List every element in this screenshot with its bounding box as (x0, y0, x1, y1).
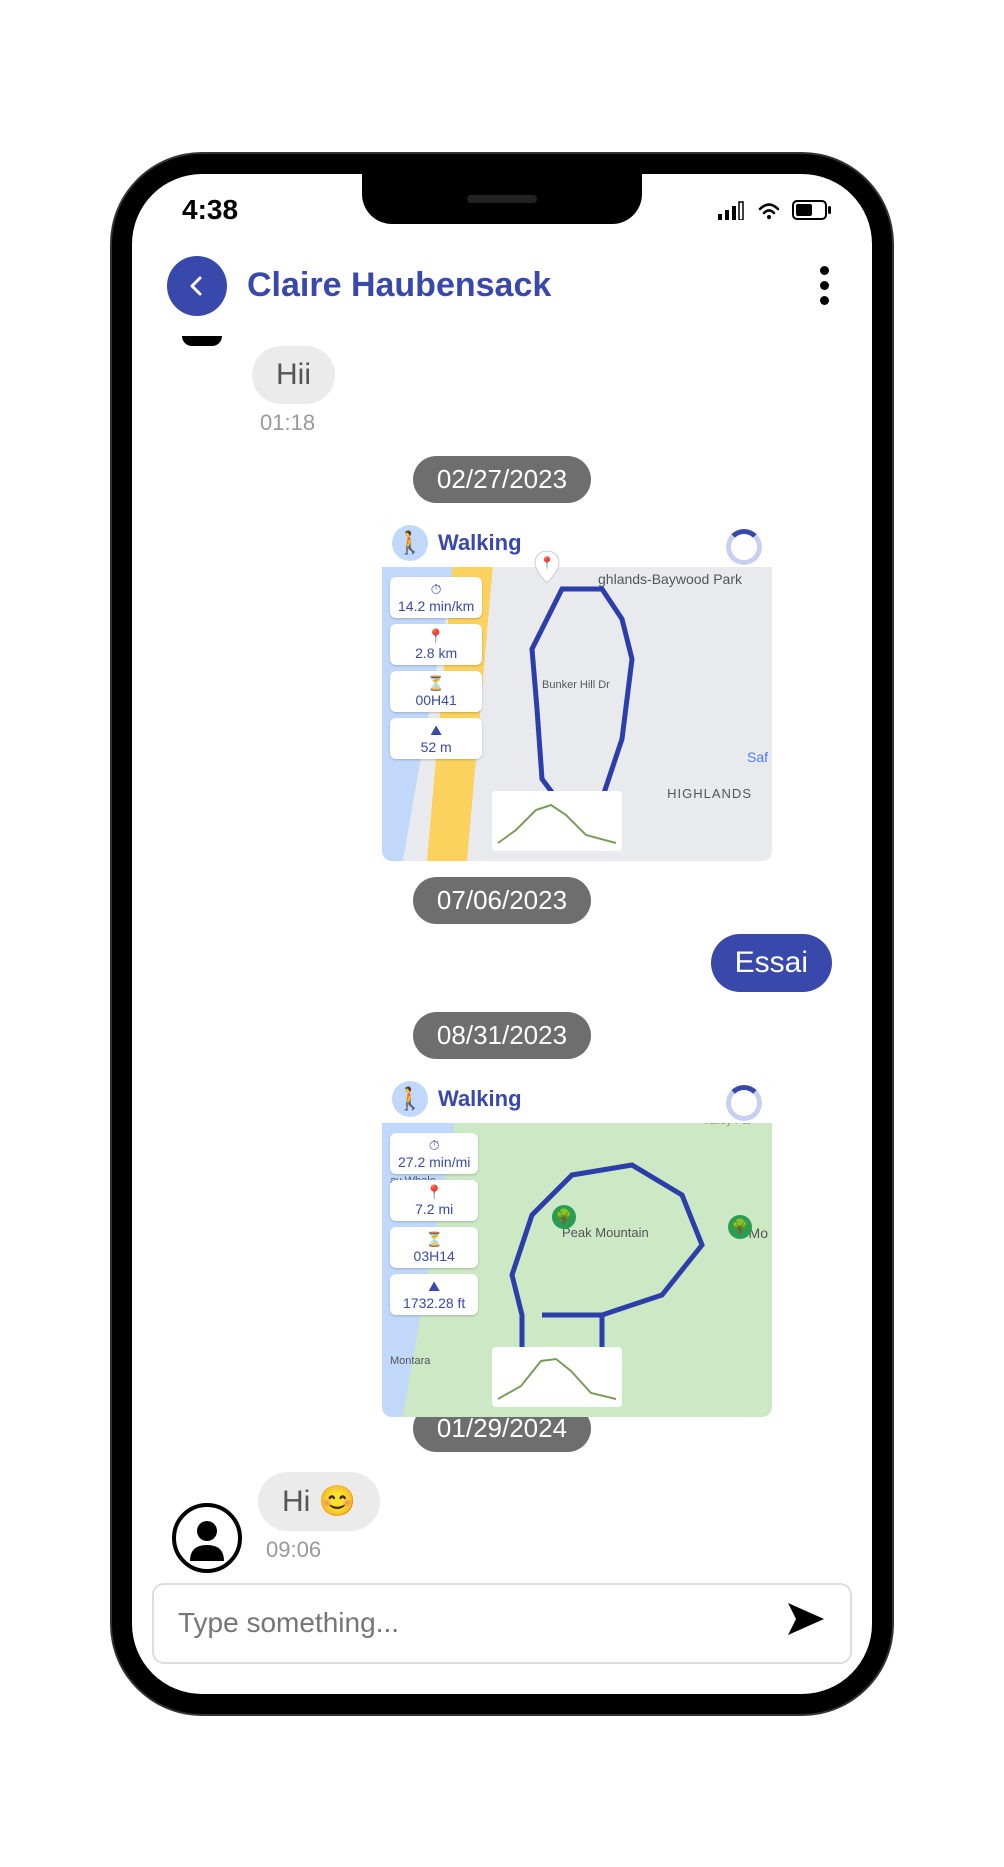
message-input-bar (152, 1583, 852, 1664)
stat-elevation: ⛰52 m (390, 718, 482, 759)
date-separator: 02/27/2023 (413, 456, 591, 503)
activity-type: Walking (438, 1086, 522, 1112)
status-right (718, 200, 832, 220)
chat-header: Claire Haubensack (132, 236, 872, 336)
phone-screen: 4:38 Claire Haubensack (132, 174, 872, 1694)
stat-pace: ⏱27.2 min/mi (390, 1133, 478, 1174)
map-label-safe: Saf (747, 749, 768, 765)
map-stats: ⏱14.2 min/km 📍2.8 km ⏳00H41 ⛰52 m (390, 577, 482, 759)
notch (362, 174, 642, 224)
stat-elevation: ⛰1732.28 ft (390, 1274, 478, 1315)
map-label-montara: Montara (390, 1355, 430, 1367)
back-button[interactable] (167, 256, 227, 316)
send-button[interactable] (786, 1601, 826, 1646)
spinner-icon (726, 1085, 762, 1121)
activity-map-card[interactable]: 🚶 Walking 📍 ghlands-Baywood Park Crystal… (382, 519, 772, 861)
spinner-icon (726, 529, 762, 565)
message-row: Hi 😊 09:06 (152, 1472, 852, 1573)
signal-icon (718, 200, 746, 220)
message-bubble[interactable]: Essai (711, 934, 832, 992)
map-stats: ⏱27.2 min/mi 📍7.2 mi ⏳03H14 ⛰1732.28 ft (390, 1133, 478, 1315)
phone-frame: 4:38 Claire Haubensack (112, 154, 892, 1714)
activity-type: Walking (438, 530, 522, 556)
status-time: 4:38 (182, 194, 238, 226)
message-time: 09:06 (266, 1537, 380, 1563)
map-header: 🚶 Walking (382, 519, 772, 567)
stat-duration: ⏳03H14 (390, 1227, 478, 1268)
message-bubble[interactable]: Hii (252, 346, 335, 404)
stat-pace: ⏱14.2 min/km (390, 577, 482, 618)
notch-speaker (467, 195, 537, 203)
date-separator: 07/06/2023 (413, 877, 591, 924)
stat-duration: ⏳00H41 (390, 671, 482, 712)
message-bubble[interactable]: Hi 😊 (258, 1472, 380, 1531)
walking-icon: 🚶 (392, 525, 428, 561)
message-sent: Essai (152, 934, 832, 992)
stat-distance: 📍7.2 mi (390, 1180, 478, 1221)
map-header: 🚶 Walking (382, 1075, 772, 1123)
message-time: 01:18 (260, 410, 315, 436)
contact-name[interactable]: Claire Haubensack (247, 266, 792, 305)
activity-map-card[interactable]: 🚶 Walking Valley Par Peak Mountain Mo ay… (382, 1075, 772, 1417)
wifi-icon (756, 200, 782, 220)
battery-icon (792, 200, 832, 220)
svg-text:📍: 📍 (540, 556, 555, 570)
walking-icon: 🚶 (392, 1081, 428, 1117)
pin-icon: 📍 (532, 549, 562, 590)
avatar-partial (182, 336, 222, 347)
avatar[interactable] (172, 1503, 242, 1573)
message-received: Hii 01:18 (252, 346, 852, 436)
elevation-chart (492, 791, 622, 851)
elevation-chart (492, 1347, 622, 1407)
chat-scroll-area[interactable]: Hii 01:18 02/27/2023 🚶 Walking 📍 ghlands… (132, 336, 872, 1573)
date-separator: 08/31/2023 (413, 1012, 591, 1059)
stat-distance: 📍2.8 km (390, 624, 482, 665)
menu-button[interactable] (812, 258, 837, 313)
message-input[interactable] (178, 1607, 786, 1639)
